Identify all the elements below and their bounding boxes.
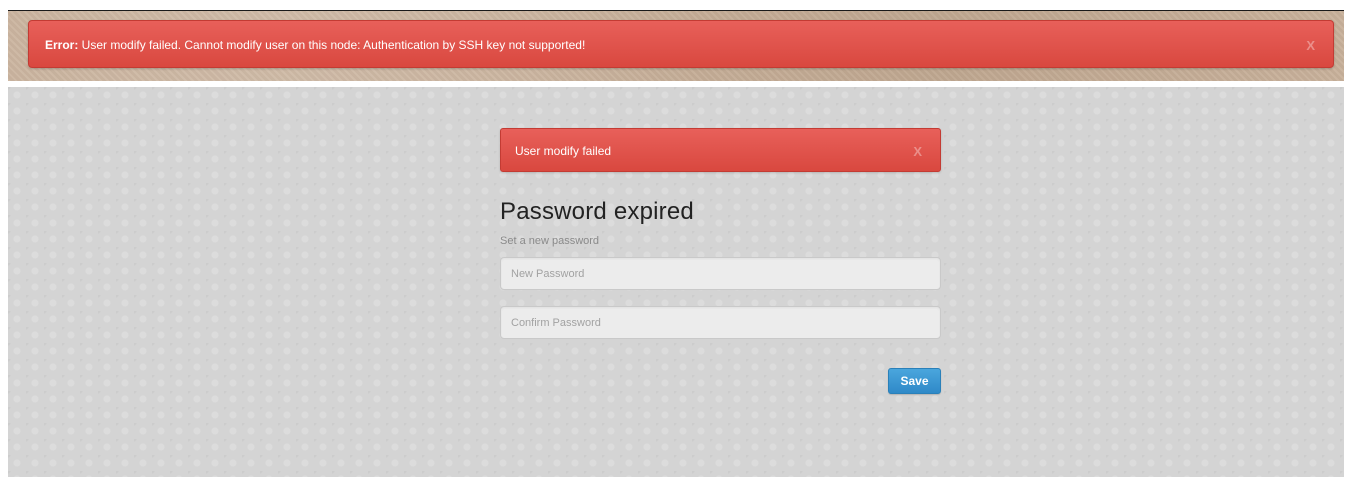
save-button[interactable]: Save xyxy=(888,368,941,394)
page: Error: User modify failed. Cannot modify… xyxy=(0,0,1352,477)
error-alert-banner: Error: User modify failed. Cannot modify… xyxy=(28,20,1334,68)
confirm-password-input[interactable] xyxy=(500,306,941,339)
error-alert-message: Error: User modify failed. Cannot modify… xyxy=(45,38,585,52)
password-expired-form: User modify failed X Password expired Se… xyxy=(500,128,941,399)
close-icon[interactable]: X xyxy=(1306,38,1315,53)
form-actions: Save xyxy=(500,339,941,399)
error-alert-prefix: Error: xyxy=(45,38,79,52)
form-error-alert: User modify failed X xyxy=(500,128,941,172)
close-icon[interactable]: X xyxy=(913,144,922,159)
page-subtitle: Set a new password xyxy=(500,235,600,247)
new-password-input[interactable] xyxy=(500,257,941,290)
error-alert-text: User modify failed. Cannot modify user o… xyxy=(78,38,586,52)
form-error-message: User modify failed xyxy=(515,144,612,158)
page-title: Password expired xyxy=(500,198,694,225)
